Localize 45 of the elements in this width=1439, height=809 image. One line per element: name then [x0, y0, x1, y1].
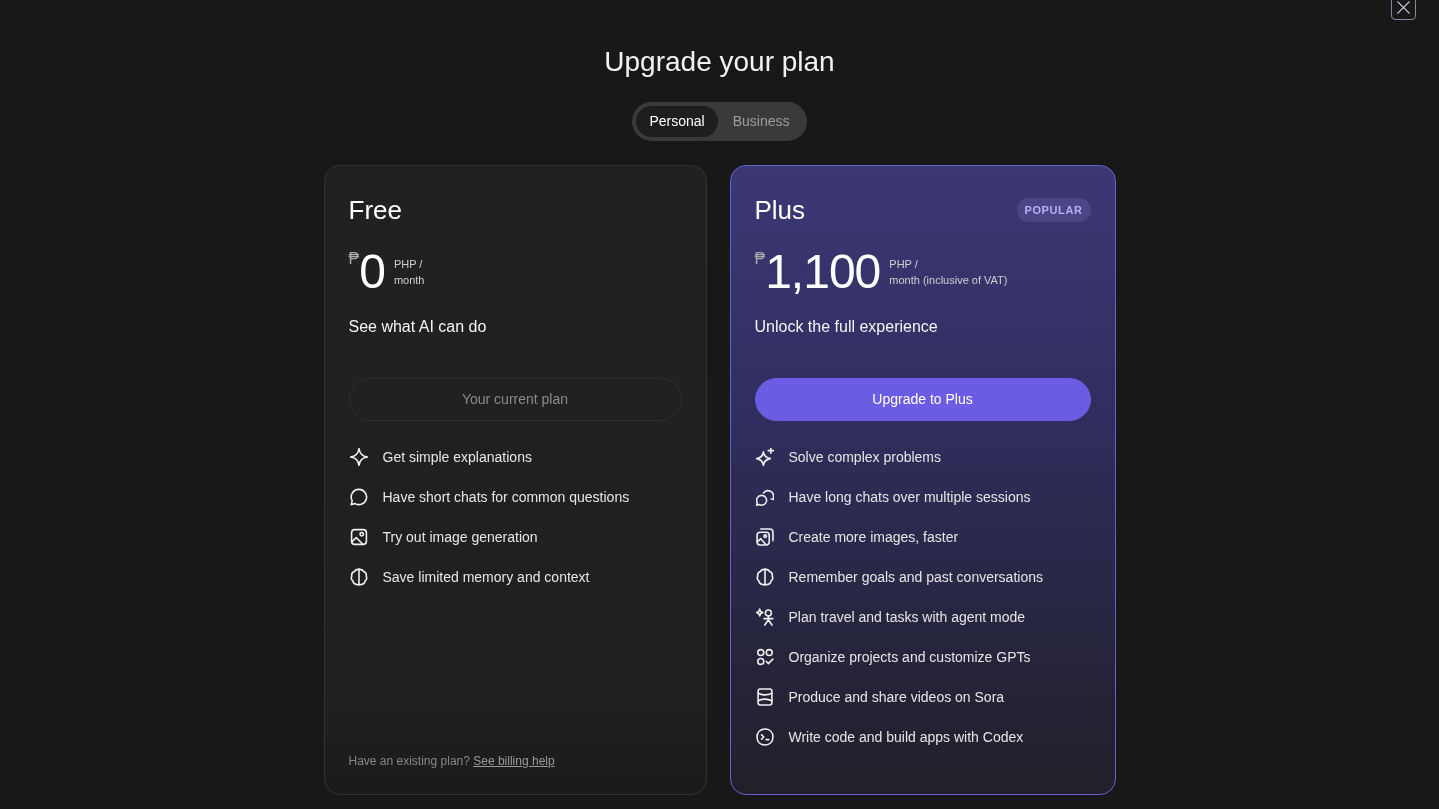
price-amount: 0 — [359, 246, 385, 298]
image-icon — [349, 528, 368, 546]
price-period-text: PHP / — [393, 257, 424, 272]
plan-tagline: Unlock the full experience — [754, 317, 939, 337]
plan-tagline: See what AI can do — [348, 317, 488, 337]
feature-text: Save limited memory and context — [382, 568, 590, 586]
feature-text: Have short chats for common questions — [382, 488, 630, 506]
feature-text: Have long chats over multiple sessions — [788, 488, 1031, 506]
currency-symbol: ₱ — [348, 250, 360, 267]
sparkle-person-icon — [755, 608, 774, 626]
price-period-text: month — [393, 273, 425, 288]
feature-text: Produce and share videos on Sora — [788, 688, 1005, 706]
currency-symbol: ₱ — [754, 250, 766, 268]
price-period-text: month (inclusive of VAT) — [889, 273, 1008, 288]
feature-text: Try out image generation — [382, 528, 538, 546]
feature-text: Plan travel and tasks with agent mode — [788, 608, 1026, 626]
circles-check-icon — [755, 648, 774, 666]
feature-text: Create more images, faster — [788, 528, 959, 546]
popular-badge: POPULAR — [1016, 198, 1091, 222]
terminal-face-icon — [755, 728, 774, 746]
plan-type-tab[interactable]: Personal — [636, 106, 718, 137]
feature-text: Get simple explanations — [382, 448, 532, 466]
feature-text: Organize projects and customize GPTs — [788, 648, 1031, 666]
dialog-title: Upgrade your plan — [604, 45, 835, 79]
film-frame-icon — [755, 688, 774, 706]
billing-help-link[interactable]: See billing help — [473, 754, 555, 768]
close-button[interactable] — [1391, 0, 1416, 20]
chat-bubbles-icon — [755, 488, 774, 506]
plan-name: Plus — [754, 194, 806, 226]
brain-icon — [349, 568, 368, 586]
brain-icon — [755, 568, 774, 586]
plan-name: Free — [348, 194, 402, 226]
feature-text: Remember goals and past conversations — [788, 568, 1043, 586]
price-amount: 1,100 — [765, 246, 881, 298]
chat-bubble-icon — [349, 488, 368, 506]
plan-action-button[interactable]: Upgrade to Plus — [754, 378, 1091, 421]
stacked-images-icon — [755, 528, 774, 546]
plan-type-tab[interactable]: Business — [719, 106, 803, 137]
feature-text: Write code and build apps with Codex — [788, 728, 1024, 746]
sparkle-plus-icon — [755, 448, 774, 466]
sparkle-icon — [349, 448, 368, 466]
feature-text: Solve complex problems — [788, 448, 941, 466]
close-icon — [1396, 0, 1411, 15]
price-period-text: PHP / — [889, 257, 919, 272]
billing-help-note: Have an existing plan? See billing help — [348, 753, 556, 770]
